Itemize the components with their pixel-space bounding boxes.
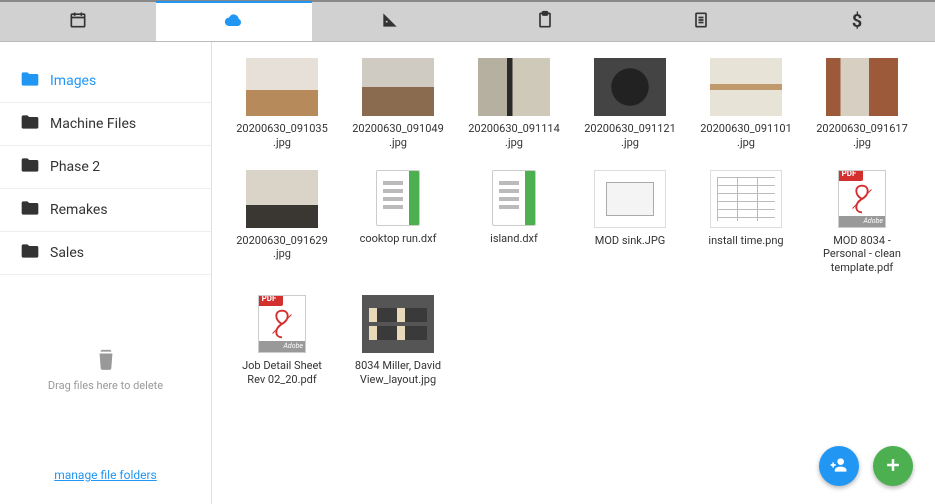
sidebar: Images Machine Files Phase 2 Remakes Sal… xyxy=(0,42,212,504)
file-item[interactable]: PDF Adobe Job Detail Sheet Rev 02_20.pdf xyxy=(236,295,328,387)
folder-icon xyxy=(20,70,40,92)
file-name: 20200630_091114.jpg xyxy=(468,122,560,150)
file-item[interactable]: 20200630_091629.jpg xyxy=(236,170,328,275)
tab-calendar[interactable] xyxy=(0,2,156,41)
file-name: cooktop run.dxf xyxy=(352,232,444,246)
plus-icon xyxy=(883,455,903,478)
file-grid-panel: 20200630_091035.jpg 20200630_091049.jpg 20… xyxy=(212,42,935,504)
sidebar-item-label: Machine Files xyxy=(50,116,136,132)
manage-folders-link-row: manage file folders xyxy=(0,450,211,504)
cloud-icon xyxy=(224,11,244,34)
tab-clipboard[interactable] xyxy=(467,2,623,41)
file-thumbnail: PDF Adobe xyxy=(838,170,886,228)
tab-measure[interactable] xyxy=(312,2,468,41)
top-tabs: $ xyxy=(0,2,935,42)
sidebar-item-label: Phase 2 xyxy=(50,159,100,175)
share-button[interactable] xyxy=(819,446,859,486)
sidebar-item-label: Images xyxy=(50,73,96,89)
pdf-badge: PDF xyxy=(258,295,283,306)
file-thumbnail xyxy=(710,58,782,116)
file-name: 20200630_091101.jpg xyxy=(700,122,792,150)
file-name: install time.png xyxy=(700,234,792,248)
tab-pricing[interactable]: $ xyxy=(779,2,935,41)
file-thumbnail xyxy=(710,170,782,228)
add-button[interactable] xyxy=(873,446,913,486)
folder-icon xyxy=(20,156,40,178)
sidebar-item-machine-files[interactable]: Machine Files xyxy=(0,103,211,146)
folder-icon xyxy=(20,113,40,135)
file-name: 8034 Miller, David View_layout.jpg xyxy=(352,359,444,387)
file-item[interactable]: 20200630_091035.jpg xyxy=(236,58,328,150)
drop-label: Drag files here to delete xyxy=(48,379,163,392)
pdf-badge: PDF xyxy=(838,170,863,181)
file-item[interactable]: install time.png xyxy=(700,170,792,275)
file-thumbnail xyxy=(492,170,536,226)
file-item[interactable]: MOD sink.JPG xyxy=(584,170,676,275)
sidebar-item-label: Remakes xyxy=(50,202,108,218)
document-icon xyxy=(691,10,711,33)
file-item[interactable]: 8034 Miller, David View_layout.jpg xyxy=(352,295,444,387)
file-name: MOD 8034 - Personal - clean template.pdf xyxy=(816,234,908,275)
file-name: 20200630_091617.jpg xyxy=(816,122,908,150)
file-name: 20200630_091049.jpg xyxy=(352,122,444,150)
file-name: Job Detail Sheet Rev 02_20.pdf xyxy=(236,359,328,387)
pdf-swirl-icon xyxy=(843,180,881,218)
sidebar-item-sales[interactable]: Sales xyxy=(0,232,211,275)
tab-document[interactable] xyxy=(623,2,779,41)
file-thumbnail xyxy=(826,58,898,116)
sidebar-item-label: Sales xyxy=(50,245,84,261)
file-item[interactable]: 20200630_091114.jpg xyxy=(468,58,560,150)
clipboard-icon xyxy=(535,10,555,33)
file-name: 20200630_091035.jpg xyxy=(236,122,328,150)
file-item[interactable]: 20200630_091049.jpg xyxy=(352,58,444,150)
file-thumbnail xyxy=(376,170,420,226)
file-grid: 20200630_091035.jpg 20200630_091049.jpg 20… xyxy=(236,58,923,386)
file-name: 20200630_091121.jpg xyxy=(584,122,676,150)
person-add-icon xyxy=(829,455,849,478)
file-thumbnail xyxy=(246,58,318,116)
file-thumbnail xyxy=(594,170,666,228)
file-thumbnail xyxy=(478,58,550,116)
tab-cloud[interactable] xyxy=(156,1,312,41)
sidebar-item-images[interactable]: Images xyxy=(0,60,211,103)
trash-icon xyxy=(0,345,211,373)
folder-icon xyxy=(20,199,40,221)
file-name: island.dxf xyxy=(468,232,560,246)
dollar-icon: $ xyxy=(852,11,862,32)
file-item[interactable]: cooktop run.dxf xyxy=(352,170,444,275)
file-item[interactable]: 20200630_091617.jpg xyxy=(816,58,908,150)
calendar-icon xyxy=(68,10,88,33)
file-item[interactable]: PDF Adobe MOD 8034 - Personal - clean temp… xyxy=(816,170,908,275)
file-name: MOD sink.JPG xyxy=(584,234,676,248)
file-name: 20200630_091629.jpg xyxy=(236,234,328,262)
file-thumbnail: PDF Adobe xyxy=(258,295,306,353)
file-thumbnail xyxy=(362,58,434,116)
file-thumbnail xyxy=(362,295,434,353)
adobe-label: Adobe xyxy=(839,216,885,227)
folder-list: Images Machine Files Phase 2 Remakes Sal… xyxy=(0,60,211,275)
sidebar-item-remakes[interactable]: Remakes xyxy=(0,189,211,232)
manage-folders-link[interactable]: manage file folders xyxy=(54,468,157,482)
sidebar-item-phase-2[interactable]: Phase 2 xyxy=(0,146,211,189)
file-item[interactable]: 20200630_091121.jpg xyxy=(584,58,676,150)
folder-icon xyxy=(20,242,40,264)
file-thumbnail xyxy=(246,170,318,228)
file-item[interactable]: island.dxf xyxy=(468,170,560,275)
pdf-swirl-icon xyxy=(263,305,301,343)
file-thumbnail xyxy=(594,58,666,116)
ruler-icon xyxy=(380,10,400,33)
file-item[interactable]: 20200630_091101.jpg xyxy=(700,58,792,150)
delete-drop-zone[interactable]: Drag files here to delete xyxy=(0,345,211,392)
adobe-label: Adobe xyxy=(259,341,305,352)
fab-row xyxy=(819,446,913,486)
